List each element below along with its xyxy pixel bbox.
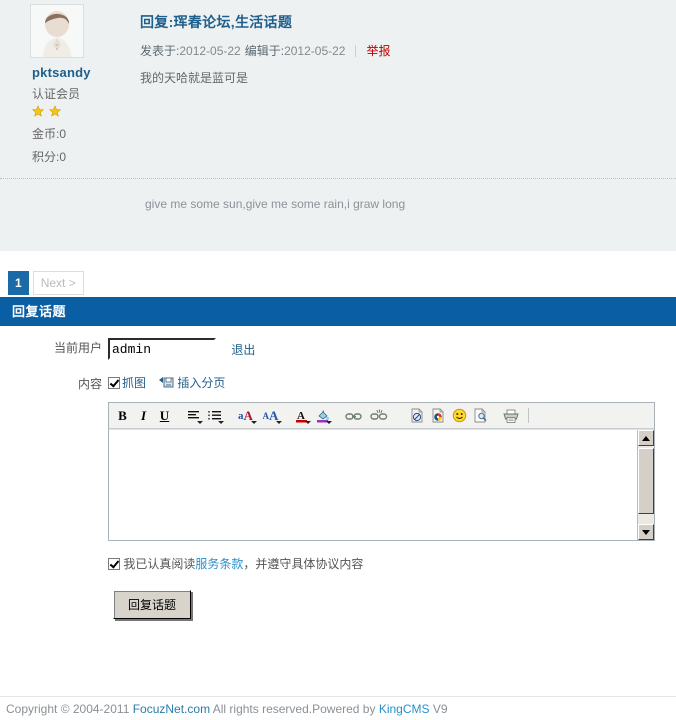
footer-copyright: Copyright © 2004-2011 xyxy=(6,702,133,716)
post-content: 我的天哈就是蓝可是 xyxy=(140,71,249,85)
insert-emoticon-icon[interactable] xyxy=(449,405,470,426)
edited-label: 编辑于: xyxy=(244,44,285,58)
editor-scrollbar[interactable] xyxy=(637,430,654,540)
user-avatar-icon xyxy=(31,5,83,57)
user-rank-stars xyxy=(32,105,130,119)
scrollbar-track[interactable] xyxy=(638,446,654,524)
current-user-field-wrap: 退出 xyxy=(108,338,676,360)
meta-divider xyxy=(355,44,357,57)
scrollbar-thumb[interactable] xyxy=(638,448,654,514)
editor-field-wrap: B I U aA A A A xyxy=(108,402,676,541)
post-block: pktsandy 认证会员 金币:0 积分:0 回复:珲春论坛,生活话题 发表于… xyxy=(0,0,676,251)
reply-form-header: 回复话题 xyxy=(0,297,676,326)
avatar[interactable] xyxy=(30,4,84,58)
case-change-icon[interactable]: aA xyxy=(233,405,258,426)
logout-link[interactable]: 退出 xyxy=(231,343,255,357)
current-user-label: 当前用户 xyxy=(53,341,102,355)
user-coins: 金币:0 xyxy=(32,127,67,141)
editor-row: B I U aA A A A xyxy=(0,394,676,541)
footer-version: V9 xyxy=(429,702,448,716)
bold-icon[interactable]: B xyxy=(112,405,133,426)
underline-icon[interactable]: U xyxy=(154,405,175,426)
posted-date: 2012-05-22 xyxy=(179,43,241,58)
post-signature: give me some sun,give me some rain,i gra… xyxy=(145,197,406,211)
current-user-row: 当前用户 退出 xyxy=(0,326,676,360)
submit-row: 回复话题 xyxy=(0,572,676,619)
print-icon[interactable] xyxy=(499,405,524,426)
italic-icon[interactable]: I xyxy=(133,405,154,426)
content-label: 内容 xyxy=(77,377,102,391)
post-meta: 发表于: 2012-05-22 编辑于: 2012-05-22 举报 xyxy=(140,42,666,59)
current-user-input[interactable] xyxy=(108,338,216,360)
star-icon xyxy=(32,105,44,117)
toolbar-separator xyxy=(528,408,529,423)
footer-rights: All rights reserved.Powered by xyxy=(210,702,379,716)
rich-text-editor: B I U aA A A A xyxy=(108,402,655,541)
star-icon xyxy=(49,105,62,117)
post-username[interactable]: pktsandy xyxy=(32,65,130,80)
post-usergroup: 认证会员 xyxy=(32,87,81,101)
terms-checkbox[interactable] xyxy=(108,558,120,570)
post-main: pktsandy 认证会员 金币:0 积分:0 回复:珲春论坛,生活话题 发表于… xyxy=(0,0,676,170)
highlight-color-icon[interactable] xyxy=(312,405,333,426)
insert-link-icon[interactable] xyxy=(341,405,366,426)
terms-prefix: 我已认真阅读 xyxy=(123,557,196,571)
page-current[interactable]: 1 xyxy=(8,271,29,295)
posted-label: 发表于: xyxy=(140,44,180,58)
user-points: 积分:0 xyxy=(32,150,67,164)
align-icon[interactable] xyxy=(183,405,204,426)
reply-submit-button[interactable]: 回复话题 xyxy=(113,590,192,619)
footer: Copyright © 2004-2011 FocuzNet.com All r… xyxy=(0,696,676,720)
report-link[interactable]: 举报 xyxy=(366,42,390,59)
scroll-down-icon[interactable] xyxy=(638,524,654,540)
footer-site-link[interactable]: FocuzNet.com xyxy=(133,702,210,716)
remove-link-icon[interactable] xyxy=(366,405,391,426)
capture-label: 抓图 xyxy=(122,375,147,390)
insert-media-icon[interactable] xyxy=(428,405,449,426)
font-color-icon[interactable]: A xyxy=(291,405,312,426)
insert-pagebreak-icon xyxy=(159,376,174,388)
checkbox-checked-icon[interactable] xyxy=(108,376,120,389)
list-icon[interactable] xyxy=(204,405,225,426)
editor-body xyxy=(109,429,654,540)
preview-icon[interactable] xyxy=(470,405,491,426)
content-options: 抓图 插入分页 xyxy=(108,374,676,391)
insert-flash-icon[interactable] xyxy=(407,405,428,426)
terms-row: 我已认真阅读服务条款，并遵守具体协议内容 xyxy=(0,541,676,572)
font-size-icon[interactable]: AA xyxy=(258,405,283,426)
reply-form: 回复话题 当前用户 退出 内容 抓图 插入分页 xyxy=(0,297,676,619)
capture-option[interactable]: 抓图 xyxy=(108,375,146,391)
editor-textarea[interactable] xyxy=(109,430,637,540)
scroll-up-icon[interactable] xyxy=(638,430,654,446)
post-user-panel: pktsandy 认证会员 金币:0 积分:0 xyxy=(0,4,130,170)
page-next-button[interactable]: Next > xyxy=(32,271,84,295)
post-body: 回复:珲春论坛,生活话题 发表于: 2012-05-22 编辑于: 2012-05-… xyxy=(130,4,676,170)
editor-toolbar: B I U aA A A A xyxy=(109,403,654,429)
terms-suffix: ，并遵守具体协议内容 xyxy=(243,557,364,571)
pagination: 1 Next > xyxy=(0,251,676,297)
footer-cms-link[interactable]: KingCMS xyxy=(379,702,430,716)
terms-link[interactable]: 服务条款 xyxy=(195,557,243,571)
pagebreak-option[interactable]: 插入分页 xyxy=(159,375,225,391)
content-options-row: 内容 抓图 插入分页 xyxy=(0,360,676,394)
post-title[interactable]: 回复:珲春论坛,生活话题 xyxy=(140,12,666,32)
edited-date: 2012-05-22 xyxy=(284,43,346,58)
pagebreak-label: 插入分页 xyxy=(177,375,226,390)
